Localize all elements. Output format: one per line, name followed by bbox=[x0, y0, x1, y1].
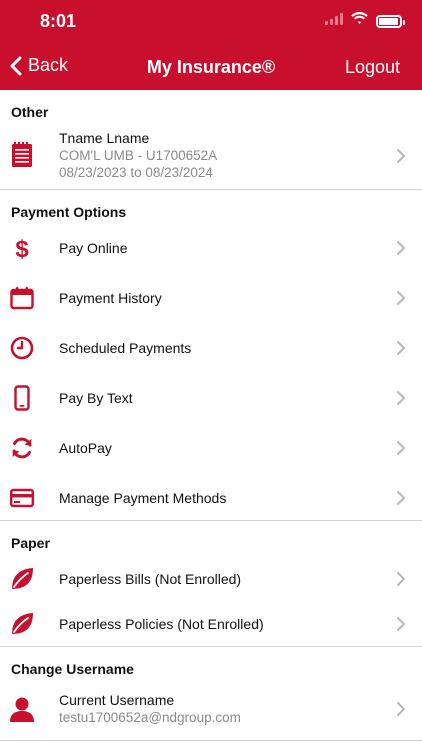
wifi-icon bbox=[351, 12, 368, 30]
status-icons bbox=[325, 12, 405, 30]
divider bbox=[0, 646, 422, 647]
payment-history-row[interactable]: Payment History bbox=[0, 273, 422, 323]
paperless-policies-row[interactable]: Paperless Policies (Not Enrolled) bbox=[0, 600, 422, 650]
autopay-label: AutoPay bbox=[59, 440, 112, 456]
chevron-right-icon bbox=[397, 291, 405, 305]
clock-icon bbox=[9, 335, 35, 361]
status-time: 8:01 bbox=[40, 11, 77, 31]
user-icon bbox=[9, 696, 35, 722]
chevron-right-icon bbox=[397, 617, 405, 631]
signal-icon bbox=[325, 12, 343, 30]
section-header-change-username: Change Username bbox=[11, 661, 134, 677]
svg-text:$: $ bbox=[15, 236, 29, 261]
chevron-right-icon bbox=[397, 702, 405, 716]
chevron-left-icon bbox=[10, 56, 22, 75]
pay-by-text-row[interactable]: Pay By Text bbox=[0, 373, 422, 423]
manage-payment-methods-row[interactable]: Manage Payment Methods bbox=[0, 473, 422, 523]
current-username-row[interactable]: Current Username testu1700652a@ndgroup.c… bbox=[0, 684, 422, 738]
pay-online-label: Pay Online bbox=[59, 240, 128, 256]
chevron-right-icon bbox=[397, 441, 405, 455]
autopay-row[interactable]: AutoPay bbox=[0, 423, 422, 473]
leaf-icon bbox=[9, 611, 35, 637]
chevron-right-icon bbox=[397, 491, 405, 505]
chevron-right-icon bbox=[397, 341, 405, 355]
logout-button[interactable]: Logout bbox=[345, 57, 400, 78]
paperless-bills-label: Paperless Bills (Not Enrolled) bbox=[59, 571, 242, 587]
phone-icon bbox=[9, 385, 35, 411]
back-button[interactable]: Back bbox=[10, 55, 68, 76]
policy-holder-name: Tname Lname bbox=[59, 130, 150, 146]
current-username-value: testu1700652a@ndgroup.com bbox=[59, 710, 241, 725]
manage-payment-methods-label: Manage Payment Methods bbox=[59, 490, 227, 506]
policy-document-icon bbox=[9, 142, 35, 168]
divider bbox=[0, 520, 422, 521]
app-header: 8:01 Back My Insurance® Logout bbox=[0, 0, 422, 90]
credit-card-icon bbox=[9, 485, 35, 511]
pay-online-row[interactable]: $ Pay Online bbox=[0, 223, 422, 273]
refresh-icon bbox=[9, 435, 35, 461]
policy-row[interactable]: Tname Lname COM'L UMB - U1700652A 08/23/… bbox=[0, 126, 422, 186]
chevron-right-icon bbox=[397, 149, 405, 163]
chevron-right-icon bbox=[397, 241, 405, 255]
divider bbox=[0, 189, 422, 190]
policy-line: COM'L UMB - U1700652A bbox=[59, 148, 218, 163]
back-label: Back bbox=[28, 55, 69, 75]
battery-icon bbox=[376, 14, 405, 28]
leaf-icon bbox=[9, 566, 35, 592]
paperless-policies-label: Paperless Policies (Not Enrolled) bbox=[59, 616, 264, 632]
section-header-other: Other bbox=[11, 104, 49, 120]
calendar-icon bbox=[9, 285, 35, 311]
scheduled-payments-row[interactable]: Scheduled Payments bbox=[0, 323, 422, 373]
chevron-right-icon bbox=[397, 391, 405, 405]
policy-dates: 08/23/2023 to 08/23/2024 bbox=[59, 165, 213, 180]
section-header-payment-options: Payment Options bbox=[11, 204, 127, 220]
paperless-bills-row[interactable]: Paperless Bills (Not Enrolled) bbox=[0, 555, 422, 605]
current-username-label: Current Username bbox=[59, 692, 175, 708]
divider bbox=[0, 740, 422, 741]
scheduled-payments-label: Scheduled Payments bbox=[59, 340, 192, 356]
dollar-icon: $ bbox=[9, 235, 35, 261]
pay-by-text-label: Pay By Text bbox=[59, 390, 133, 406]
chevron-right-icon bbox=[397, 572, 405, 586]
section-header-paper: Paper bbox=[11, 535, 50, 551]
payment-history-label: Payment History bbox=[59, 290, 162, 306]
